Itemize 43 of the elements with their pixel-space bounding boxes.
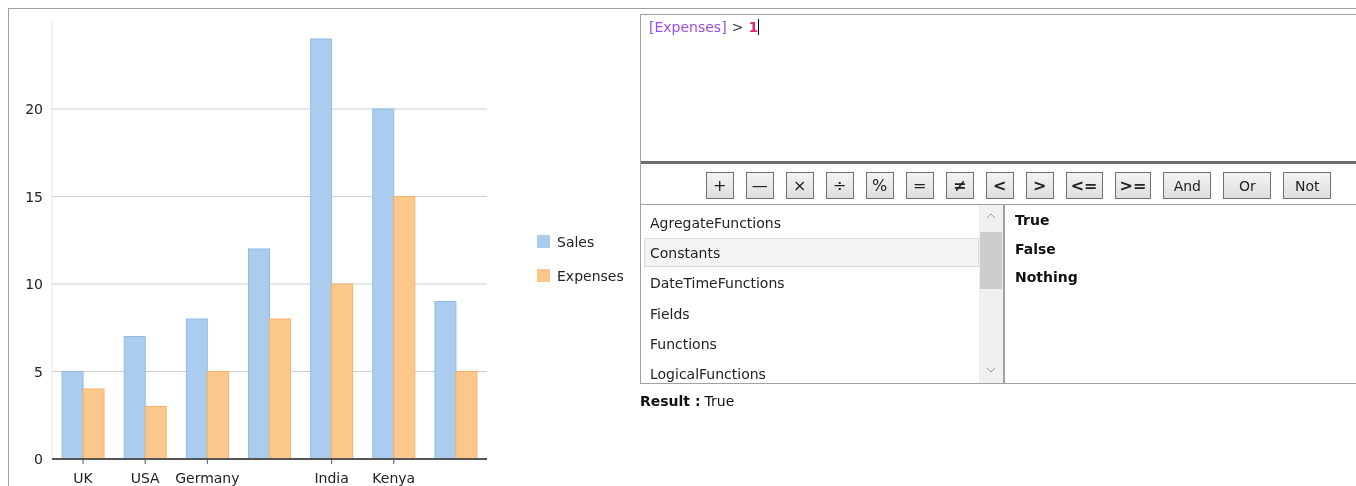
scroll-down-icon[interactable] — [986, 367, 996, 373]
operator-button[interactable]: — — [745, 172, 774, 199]
operator-button[interactable]: + — [705, 172, 734, 199]
constant-item[interactable]: Nothing — [1015, 269, 1078, 298]
bar — [82, 388, 105, 460]
scrollbar[interactable] — [979, 205, 1003, 383]
result-value: True — [704, 393, 735, 409]
scroll-up-icon[interactable] — [986, 213, 996, 219]
axis-label: 5 — [34, 363, 43, 380]
axis-label: 10 — [25, 276, 43, 292]
operator-button[interactable]: > — [1025, 172, 1054, 199]
axis-label: USA — [130, 470, 160, 486]
scroll-thumb[interactable] — [980, 232, 1002, 289]
axis-label: 20 — [25, 101, 43, 117]
operator-button[interactable]: ÷ — [825, 172, 854, 199]
category-item[interactable]: Fields — [644, 299, 979, 329]
operator-button[interactable]: <= — [1065, 172, 1103, 199]
operator-button[interactable]: ≠ — [945, 172, 974, 199]
axis-label: UK — [73, 470, 93, 486]
result-label: Result : — [640, 393, 701, 409]
axis-label: India — [314, 470, 349, 486]
legend-label: Sales — [557, 234, 595, 250]
operator-button[interactable]: >= — [1114, 172, 1152, 199]
operator-button[interactable]: Or — [1223, 172, 1272, 199]
axis-label: 15 — [25, 188, 43, 205]
expression-editor[interactable]: [Expenses] > 1 — [641, 15, 1356, 164]
operator-button[interactable]: = — [905, 172, 934, 199]
category-item[interactable]: LogicalFunctions — [644, 359, 979, 383]
constant-item[interactable]: False — [1015, 240, 1078, 269]
constant-item[interactable]: True — [1015, 212, 1078, 241]
axis-label: 0 — [34, 451, 43, 467]
operator-button[interactable]: % — [865, 172, 894, 199]
legend-label: Expenses — [557, 268, 624, 284]
category-item[interactable]: AgregateFunctions — [644, 208, 979, 237]
axis-label: Kenya — [372, 470, 416, 486]
category-item[interactable]: DateTimeFunctions — [644, 268, 979, 298]
operator-button[interactable]: × — [785, 172, 814, 199]
category-item[interactable]: Functions — [644, 329, 979, 359]
operator-button[interactable]: And — [1163, 172, 1212, 199]
operator-button[interactable]: < — [985, 172, 1014, 199]
category-item[interactable]: Constants — [644, 238, 979, 268]
axis-label: Germany — [175, 470, 240, 486]
operator-button[interactable]: Not — [1283, 172, 1332, 199]
